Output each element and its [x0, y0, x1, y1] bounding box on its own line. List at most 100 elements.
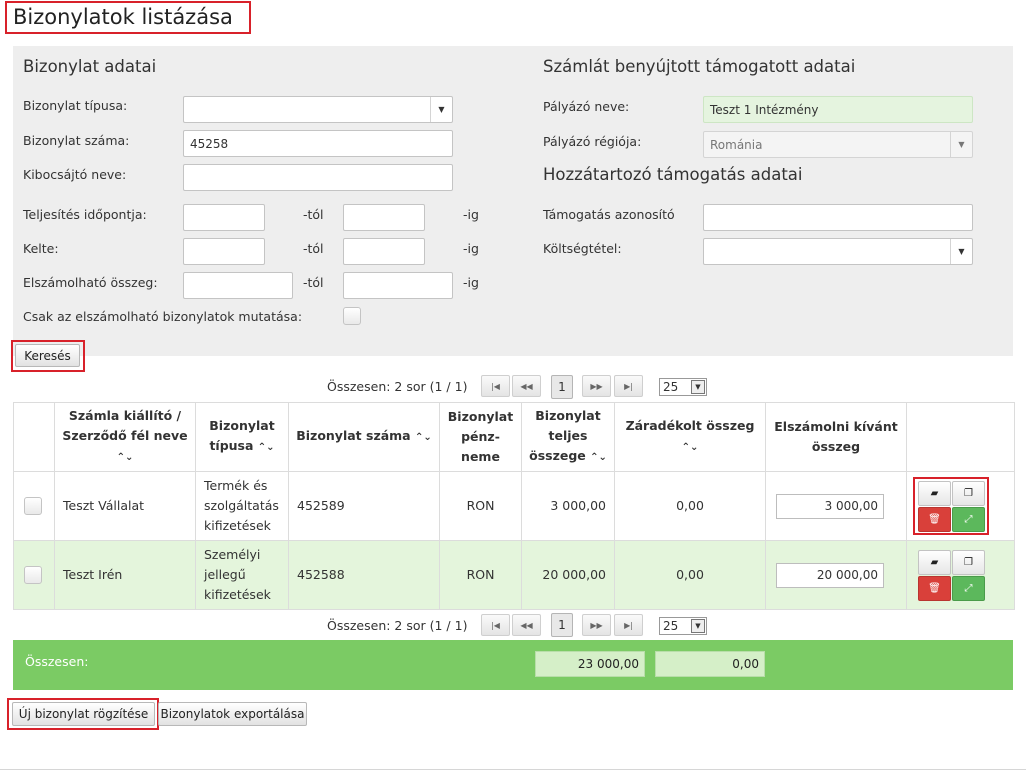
- actions-cell: ▰ ❐ 🗑 ⤢: [906, 540, 1015, 610]
- actions-column-header: [906, 402, 1015, 472]
- document-type-label: Bizonylat típusa:: [23, 98, 128, 113]
- sort-icon[interactable]: ⌃⌄: [117, 452, 134, 463]
- summary-closed-amount: 0,00: [655, 651, 765, 677]
- issuer-column-header[interactable]: Számla kiállító / Szerződő fél neve ⌃⌄: [54, 402, 196, 472]
- only-eligible-checkbox[interactable]: [343, 307, 361, 325]
- copy-icon[interactable]: ❐: [952, 550, 985, 575]
- applicant-name-label: Pályázó neve:: [543, 99, 630, 114]
- closed-amount-cell: 0,00: [614, 540, 766, 610]
- issue-date-from-input[interactable]: [183, 238, 265, 265]
- applicant-name-input[interactable]: Teszt 1 Intézmény: [703, 96, 973, 123]
- total-cell: 20 000,00: [521, 540, 615, 610]
- claim-amount-cell: 3 000,00: [765, 471, 907, 541]
- chevron-down-icon[interactable]: ▼: [430, 97, 452, 122]
- new-document-button[interactable]: Új bizonylat rögzítése: [12, 702, 155, 726]
- folder-open-icon[interactable]: ▰: [918, 481, 951, 506]
- eligible-amount-from-suffix: -tól: [303, 275, 324, 290]
- prev-page-icon[interactable]: ◀◀: [512, 614, 541, 636]
- closed-amount-column-header[interactable]: Záradékolt összeg ⌃⌄: [614, 402, 766, 472]
- cost-item-select[interactable]: ▼: [703, 238, 973, 265]
- next-page-icon[interactable]: ▶▶: [582, 614, 611, 636]
- next-page-icon[interactable]: ▶▶: [582, 375, 611, 397]
- performance-date-from-suffix: -tól: [303, 207, 324, 222]
- search-button[interactable]: Keresés: [15, 344, 80, 367]
- document-type-select[interactable]: ▼: [183, 96, 453, 123]
- number-column-header[interactable]: Bizonylat száma ⌃⌄: [288, 402, 440, 472]
- type-column-header[interactable]: Bizonylat típusa ⌃⌄: [195, 402, 289, 472]
- pager-summary-bottom: Összesen: 2 sor (1 / 1): [327, 618, 468, 633]
- claim-amount-column-header: Elszámolni kívánt összeg: [765, 402, 907, 472]
- number-cell: 452589: [288, 471, 440, 541]
- summary-label: Összesen:: [25, 654, 89, 669]
- chevron-down-icon[interactable]: ▼: [691, 380, 705, 394]
- page-title: Bizonylatok listázása: [5, 1, 251, 34]
- chevron-down-icon[interactable]: ▼: [691, 619, 705, 633]
- prev-page-icon[interactable]: ◀◀: [512, 375, 541, 397]
- per-page-select-bottom[interactable]: 25 ▼: [659, 617, 707, 635]
- sort-icon[interactable]: ⌃⌄: [415, 432, 432, 443]
- first-page-icon[interactable]: |◀: [481, 375, 510, 397]
- eligible-amount-from-input[interactable]: [183, 272, 293, 299]
- support-data-heading: Hozzátartozó támogatás adatai: [543, 165, 803, 184]
- claim-amount-input[interactable]: 20 000,00: [776, 562, 884, 588]
- document-number-label: Bizonylat száma:: [23, 133, 130, 148]
- summary-bar: [13, 640, 1013, 690]
- pager-summary-top: Összesen: 2 sor (1 / 1): [327, 379, 468, 394]
- issue-date-to-input[interactable]: [343, 238, 425, 265]
- actions-cell: ▰ ❐ 🗑 ⤢: [906, 471, 1015, 541]
- trash-icon[interactable]: 🗑: [918, 507, 951, 532]
- document-number-input[interactable]: 45258: [183, 130, 453, 157]
- performance-date-to-suffix: -ig: [463, 207, 479, 222]
- row-actions-highlight: ▰ ❐ 🗑 ⤢: [913, 477, 989, 535]
- issuer-name-input[interactable]: [183, 164, 453, 191]
- table-row[interactable]: Teszt Vállalat Termék és szolgáltatás ki…: [13, 471, 1015, 541]
- sort-icon[interactable]: ⌃⌄: [590, 452, 607, 463]
- support-id-label: Támogatás azonosító: [543, 207, 675, 222]
- trash-icon[interactable]: 🗑: [918, 576, 951, 601]
- currency-column-header: Bizonylat pénz-neme: [439, 402, 522, 472]
- only-eligible-label: Csak az elszámolható bizonylatok mutatás…: [23, 309, 303, 324]
- issue-date-label: Kelte:: [23, 241, 59, 256]
- table-row[interactable]: Teszt Irén Személyi jellegű kifizetések …: [13, 540, 1015, 610]
- type-cell: Személyi jellegű kifizetések: [195, 540, 289, 610]
- support-id-input[interactable]: [703, 204, 973, 231]
- chevron-down-icon[interactable]: ▼: [950, 239, 972, 264]
- pager-current-page-bottom[interactable]: 1: [551, 613, 573, 637]
- total-column-header[interactable]: Bizonylat teljes összege ⌃⌄: [521, 402, 615, 472]
- claim-amount-input[interactable]: 3 000,00: [776, 493, 884, 519]
- select-column-header: [13, 402, 55, 472]
- expand-icon[interactable]: ⤢: [952, 576, 985, 601]
- row-actions: ▰ ❐ 🗑 ⤢: [913, 546, 989, 604]
- eligible-amount-to-input[interactable]: [343, 272, 453, 299]
- last-page-icon[interactable]: ▶|: [614, 614, 643, 636]
- sort-icon[interactable]: ⌃⌄: [258, 442, 275, 453]
- applicant-region-label: Pályázó régiója:: [543, 134, 642, 149]
- issuer-cell: Teszt Vállalat: [54, 471, 196, 541]
- cost-item-label: Költségtétel:: [543, 241, 622, 256]
- sort-icon[interactable]: ⌃⌄: [682, 442, 699, 453]
- issuer-cell: Teszt Irén: [54, 540, 196, 610]
- expand-icon[interactable]: ⤢: [952, 507, 985, 532]
- folder-open-icon[interactable]: ▰: [918, 550, 951, 575]
- eligible-amount-to-suffix: -ig: [463, 275, 479, 290]
- chevron-down-icon: ▼: [950, 132, 972, 157]
- row-checkbox[interactable]: [24, 497, 42, 515]
- currency-cell: RON: [439, 471, 522, 541]
- currency-cell: RON: [439, 540, 522, 610]
- type-cell: Termék és szolgáltatás kifizetések: [195, 471, 289, 541]
- applicant-data-heading: Számlát benyújtott támogatott adatai: [543, 57, 856, 76]
- pager-current-page-top[interactable]: 1: [551, 375, 573, 399]
- first-page-icon[interactable]: |◀: [481, 614, 510, 636]
- performance-date-from-input[interactable]: [183, 204, 265, 231]
- eligible-amount-label: Elszámolható összeg:: [23, 275, 158, 290]
- copy-icon[interactable]: ❐: [952, 481, 985, 506]
- row-checkbox[interactable]: [24, 566, 42, 584]
- per-page-select-top[interactable]: 25 ▼: [659, 378, 707, 396]
- closed-amount-cell: 0,00: [614, 471, 766, 541]
- export-documents-button[interactable]: Bizonylatok exportálása: [158, 702, 307, 726]
- performance-date-label: Teljesítés időpontja:: [23, 207, 147, 222]
- performance-date-to-input[interactable]: [343, 204, 425, 231]
- summary-total: 23 000,00: [535, 651, 645, 677]
- issue-date-from-suffix: -tól: [303, 241, 324, 256]
- last-page-icon[interactable]: ▶|: [614, 375, 643, 397]
